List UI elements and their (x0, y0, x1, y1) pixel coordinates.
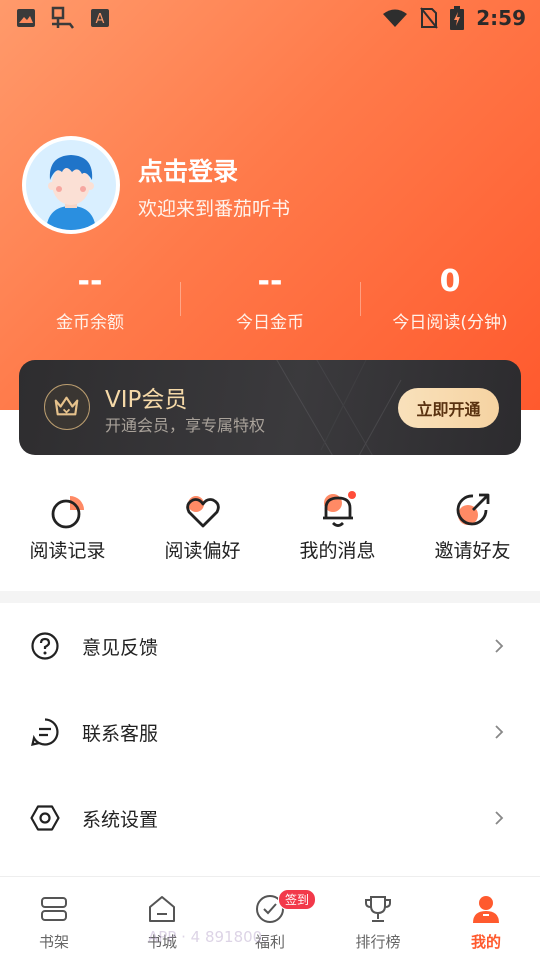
nav-label: 书架 (38, 933, 69, 951)
crown-icon (54, 396, 79, 416)
trophy-icon (365, 896, 391, 922)
menu-label: 意见反馈 (82, 636, 159, 659)
action-reading-history[interactable]: 阅读记录 (0, 484, 135, 574)
section-divider (0, 591, 540, 603)
action-label: 阅读偏好 (164, 540, 241, 562)
menu-item-settings[interactable]: 系统设置 (0, 775, 540, 861)
action-label: 邀请好友 (434, 540, 511, 562)
app-icon (51, 6, 74, 29)
action-reading-preference[interactable]: 阅读偏好 (135, 484, 270, 574)
chevron-right-icon (495, 725, 504, 739)
chevron-right-icon (495, 639, 504, 653)
status-time: 2:59 (476, 6, 526, 30)
menu-label: 联系客服 (82, 722, 159, 745)
stat-today-coins[interactable]: -- 今日金币 (180, 262, 360, 342)
vip-open-button[interactable]: 立即开通 (398, 388, 499, 428)
bookstore-icon (149, 896, 175, 922)
stat-label: 今日金币 (236, 313, 304, 333)
question-icon (31, 632, 59, 660)
vip-subtitle: 开通会员，享专属特权 (105, 416, 266, 435)
stat-value: -- (257, 264, 283, 299)
vip-badge (44, 384, 90, 430)
nav-label: 排行榜 (355, 933, 401, 951)
status-bar: A 2:59 (0, 0, 540, 36)
menu-label: 系统设置 (82, 808, 159, 831)
action-my-messages[interactable]: 我的消息 (270, 484, 405, 574)
nav-mine[interactable]: 我的 (432, 877, 540, 960)
bottom-navigation: 书架 书城 福利 签到 排行榜 我的 (0, 876, 540, 960)
nav-bookshelf[interactable]: 书架 (0, 877, 108, 960)
welcome-text: 欢迎来到番茄听书 (138, 198, 291, 220)
reading-history-icon (51, 496, 84, 529)
stat-today-reading[interactable]: 0 今日阅读(分钟) (360, 262, 540, 342)
battery-icon (450, 6, 465, 30)
stat-label: 金币余额 (56, 313, 124, 333)
no-sim-icon (420, 7, 439, 29)
invite-icon (456, 493, 489, 526)
image-icon (17, 9, 35, 27)
bell-icon (322, 491, 356, 527)
vip-card[interactable]: VIP会员 开通会员，享专属特权 立即开通 (19, 360, 521, 455)
checkin-badge: 签到 (278, 889, 317, 910)
reading-preference-icon (185, 496, 220, 528)
chat-icon (31, 718, 59, 746)
svg-text:A: A (96, 12, 105, 27)
stat-value: 0 (439, 264, 461, 299)
nav-label: 福利 (254, 933, 285, 951)
wifi-icon (383, 9, 408, 27)
vip-title: VIP会员 (105, 387, 188, 413)
action-invite-friends[interactable]: 邀请好友 (405, 484, 540, 574)
menu-item-customer-service[interactable]: 联系客服 (0, 689, 540, 775)
action-label: 我的消息 (299, 540, 376, 562)
font-icon: A (91, 9, 109, 27)
quick-actions: 阅读记录 阅读偏好 我的消息 邀请好友 (0, 484, 540, 574)
nav-ranking[interactable]: 排行榜 (324, 877, 432, 960)
nav-welfare[interactable]: 福利 签到 (216, 877, 324, 960)
stat-value: -- (77, 264, 103, 299)
stats-row: -- 金币余额 -- 今日金币 0 今日阅读(分钟) (0, 262, 540, 342)
avatar[interactable] (22, 136, 120, 234)
nav-bookstore[interactable]: 书城 (108, 877, 216, 960)
nav-label: 我的 (470, 933, 501, 951)
settings-icon (30, 805, 60, 831)
nav-label: 书城 (146, 933, 177, 951)
avatar-icon (46, 155, 96, 230)
menu-item-feedback[interactable]: 意见反馈 (0, 603, 540, 689)
vip-decoration (276, 360, 402, 455)
stat-coin-balance[interactable]: -- 金币余额 (0, 262, 180, 342)
person-icon (473, 896, 499, 923)
login-title[interactable]: 点击登录 (138, 152, 238, 188)
bookshelf-icon (41, 897, 67, 921)
chevron-right-icon (495, 811, 504, 825)
action-label: 阅读记录 (29, 540, 106, 562)
stat-label: 今日阅读(分钟) (392, 313, 508, 333)
